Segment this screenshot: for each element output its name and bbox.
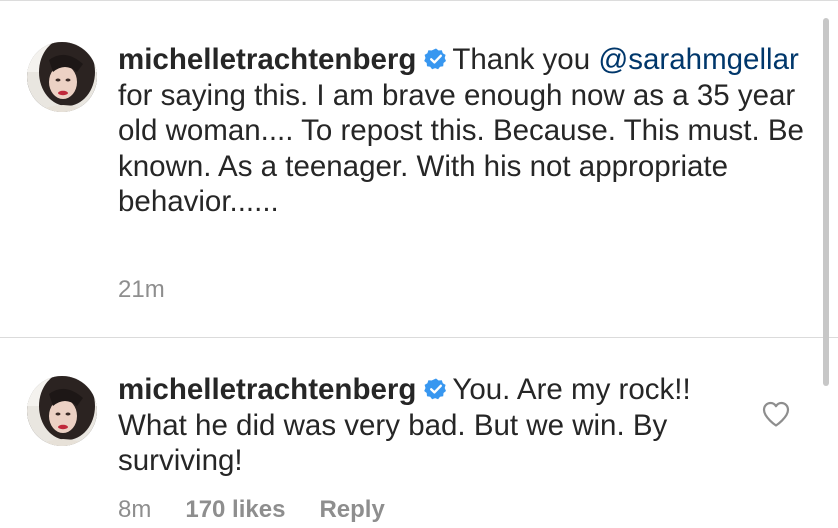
likes-count[interactable]: 170 likes [185,496,285,523]
avatar-image [27,376,97,446]
avatar[interactable] [27,376,97,446]
avatar[interactable] [27,42,97,112]
comment-body-part: Thank you [452,43,599,76]
avatar-image [27,42,97,112]
comment-meta: 8m 170 likes Reply [118,496,419,524]
verified-badge-icon [424,48,447,70]
comment-meta: 21m [118,276,199,304]
comment-item: michelletrachtenberg Thank you @sarahmge… [0,0,838,337]
comment-username[interactable]: michelletrachtenberg [118,373,416,406]
heart-outline-icon[interactable] [761,400,791,428]
comment-text: michelletrachtenberg Thank you @sarahmge… [118,42,808,220]
comment-timestamp[interactable]: 8m [118,496,151,523]
verified-badge-icon [424,378,447,400]
comment-body-part: for saying this. I am brave enough now a… [118,78,804,219]
comment-item: michelletrachtenberg You. Are my rock!! … [0,338,838,528]
mention-link[interactable]: @sarahmgellar [598,43,798,76]
scrollbar[interactable] [823,18,829,386]
comment-username[interactable]: michelletrachtenberg [118,43,416,76]
reply-button[interactable]: Reply [319,496,384,523]
comment-text: michelletrachtenberg You. Are my rock!! … [118,372,748,479]
comment-timestamp[interactable]: 21m [118,276,165,303]
